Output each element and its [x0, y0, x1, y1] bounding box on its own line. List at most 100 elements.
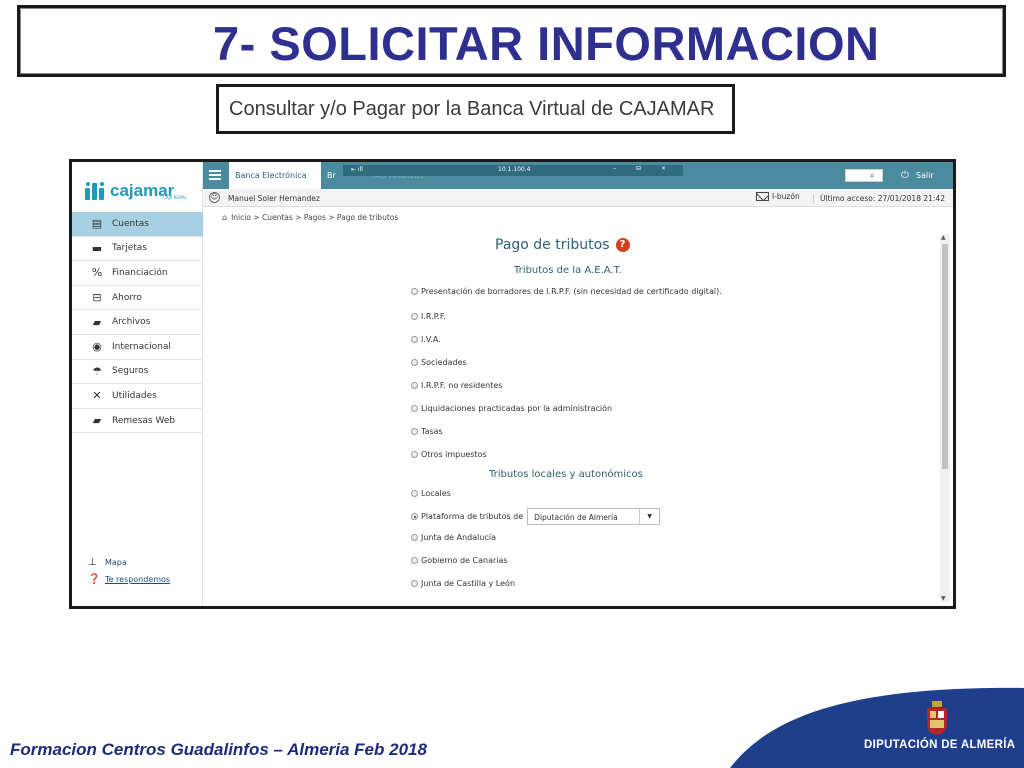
- option-label: Junta de Andalucía: [421, 533, 496, 542]
- option-label: Junta de Castilla y León: [421, 579, 516, 588]
- option-gobierno-canarias[interactable]: Gobierno de Canarias: [411, 556, 508, 565]
- link-mapa[interactable]: ⊥ Mapa: [88, 554, 170, 571]
- option-irpf[interactable]: I.R.P.F.: [411, 312, 446, 321]
- sidebar-item-seguros[interactable]: ☂ Seguros: [72, 360, 203, 385]
- sidebar-item-label: Ahorro: [112, 292, 142, 303]
- sidebar-item-remesas-web[interactable]: ▰ Remesas Web: [72, 409, 203, 434]
- ibuzon-label: I-buzón: [772, 192, 800, 201]
- radio-button[interactable]: [411, 359, 418, 366]
- home-icon[interactable]: ⌂: [222, 213, 227, 222]
- breadcrumb-text[interactable]: Inicio > Cuentas > Pagos > Pago de tribu…: [231, 213, 398, 222]
- option-label: Tasas: [421, 427, 443, 436]
- link-te-respondemos[interactable]: ❓ Te respondemos: [88, 571, 170, 588]
- tab-banca-electronica[interactable]: Banca Electrónica: [229, 162, 321, 189]
- radio-button[interactable]: [411, 382, 418, 389]
- remote-window-controls[interactable]: – ⊟ ×: [613, 165, 675, 172]
- section-locales-title: Tributos locales y autonómicos: [489, 469, 643, 480]
- option-label: Otros impuestos: [421, 450, 487, 459]
- search-input[interactable]: ⌕: [845, 169, 883, 182]
- link-label: Te respondemos: [105, 575, 171, 584]
- sitemap-icon: ⊥: [88, 557, 97, 568]
- remote-ip: 10.1.100.4: [498, 166, 531, 173]
- option-locales[interactable]: Locales: [411, 489, 451, 498]
- diputacion-crest-icon: [927, 701, 947, 735]
- cajamar-logo-icon: [85, 182, 105, 200]
- option-irpf-no-residentes[interactable]: I.R.P.F. no residentes: [411, 381, 502, 390]
- sidebar-item-label: Financiación: [112, 267, 168, 278]
- sidebar-item-cuentas[interactable]: ▤ Cuentas: [72, 212, 203, 237]
- accounts-icon: ▤: [91, 217, 103, 231]
- radio-button-checked[interactable]: [411, 513, 418, 520]
- option-label: I.R.P.F.: [421, 312, 446, 321]
- radio-button[interactable]: [411, 288, 418, 295]
- radio-button[interactable]: [411, 428, 418, 435]
- sidebar-item-label: Internacional: [112, 341, 171, 352]
- option-label: Presentación de borradores de I.R.P.F. (…: [421, 287, 722, 296]
- search-icon[interactable]: ⌕: [870, 171, 874, 180]
- option-liquidaciones[interactable]: Liquidaciones practicadas por la adminis…: [411, 404, 612, 413]
- remote-signal-icon[interactable]: ⇤ ıll: [351, 166, 363, 173]
- option-label: Liquidaciones practicadas por la adminis…: [421, 404, 613, 413]
- sidebar-item-tarjetas[interactable]: ▬ Tarjetas: [72, 237, 203, 262]
- umbrella-icon: ☂: [92, 364, 102, 378]
- sidebar: cajamar CAJA RURAL ▤ Cuentas ▬ Tarjetas …: [72, 162, 203, 606]
- radio-button[interactable]: [411, 405, 418, 412]
- help-icon[interactable]: ?: [615, 238, 630, 252]
- tab-broker[interactable]: Br: [327, 171, 336, 180]
- option-sociedades[interactable]: Sociedades: [411, 358, 467, 367]
- user-name: Manuel Soler Hernandez: [228, 194, 320, 203]
- slide-title-box: 7- SOLICITAR INFORMACION: [17, 5, 1006, 77]
- sidebar-item-archivos[interactable]: ▰ Archivos: [72, 310, 203, 335]
- cajamar-logo[interactable]: cajamar: [85, 176, 174, 206]
- sidebar-item-label: Archivos: [112, 317, 151, 328]
- sidebar-links: ⊥ Mapa ❓ Te respondemos: [88, 554, 170, 588]
- salir-label: Salir: [915, 171, 934, 180]
- radio-button[interactable]: [411, 451, 418, 458]
- sidebar-item-label: Cuentas: [112, 218, 149, 229]
- mail-icon: [756, 192, 769, 201]
- top-navigation-bar: Banca Electrónica Br Mis Finanzas ⇤ ıll …: [203, 162, 953, 189]
- sidebar-item-label: Remesas Web: [112, 415, 176, 426]
- sidebar-item-internacional[interactable]: ◉ Internacional: [72, 335, 203, 360]
- breadcrumb: ⌂ Inicio > Cuentas > Pagos > Pago de tri…: [222, 213, 398, 222]
- scroll-down-icon[interactable]: ▼: [941, 595, 946, 602]
- radio-button[interactable]: [411, 534, 418, 541]
- sidebar-item-utilidades[interactable]: ✕ Utilidades: [72, 384, 203, 409]
- chevron-down-icon[interactable]: ▼: [639, 509, 659, 524]
- scroll-up-icon[interactable]: ▲: [941, 234, 946, 241]
- radio-button[interactable]: [411, 313, 418, 320]
- link-label: Mapa: [105, 558, 127, 567]
- globe-icon: ◉: [92, 340, 102, 354]
- savings-icon: ⊟: [92, 291, 102, 305]
- option-tasas[interactable]: Tasas: [411, 427, 443, 436]
- sidebar-item-ahorro[interactable]: ⊟ Ahorro: [72, 286, 203, 311]
- logo-subtitle: CAJA RURAL: [163, 195, 187, 200]
- option-borradores-irpf[interactable]: Presentación de borradores de I.R.P.F. (…: [411, 287, 722, 296]
- option-junta-andalucia[interactable]: Junta de Andalucía: [411, 533, 496, 542]
- user-icon: ☺: [209, 192, 220, 203]
- slide-footer: Formacion Centros Guadalinfos – Almeria …: [10, 740, 427, 759]
- card-icon: ▬: [91, 241, 103, 255]
- radio-button[interactable]: [411, 557, 418, 564]
- page-title-text: Pago de tributos: [495, 237, 610, 253]
- folder-icon: ▰: [92, 414, 102, 428]
- option-label: Plataforma de tributos de: [421, 512, 524, 521]
- footer-brand: DIPUTACIÓN DE ALMERÍA: [864, 739, 1016, 751]
- radio-button[interactable]: [411, 490, 418, 497]
- chat-icon: ❓: [88, 574, 101, 585]
- sidebar-menu: ▤ Cuentas ▬ Tarjetas % Financiación ⊟ Ah…: [72, 212, 203, 434]
- folder-icon: ▰: [92, 315, 102, 329]
- ibuzon-link[interactable]: I-buzón: [756, 192, 800, 201]
- option-iva[interactable]: I.V.A.: [411, 335, 441, 344]
- hamburger-menu-icon[interactable]: [209, 170, 221, 180]
- radio-button[interactable]: [411, 580, 418, 587]
- scrollbar-thumb[interactable]: [942, 244, 948, 469]
- salir-button[interactable]: ⏻ Salir: [901, 170, 934, 181]
- plataforma-select[interactable]: Diputación de Almería ▼: [527, 508, 661, 525]
- option-otros-impuestos[interactable]: Otros impuestos: [411, 450, 487, 459]
- option-plataforma-tributos[interactable]: Plataforma de tributos de Diputación de …: [411, 508, 661, 525]
- option-castilla-leon[interactable]: Junta de Castilla y León: [411, 579, 515, 588]
- sidebar-item-financiacion[interactable]: % Financiación: [72, 261, 203, 286]
- radio-button[interactable]: [411, 336, 418, 343]
- content-scrollbar[interactable]: ▲ ▼: [940, 234, 950, 602]
